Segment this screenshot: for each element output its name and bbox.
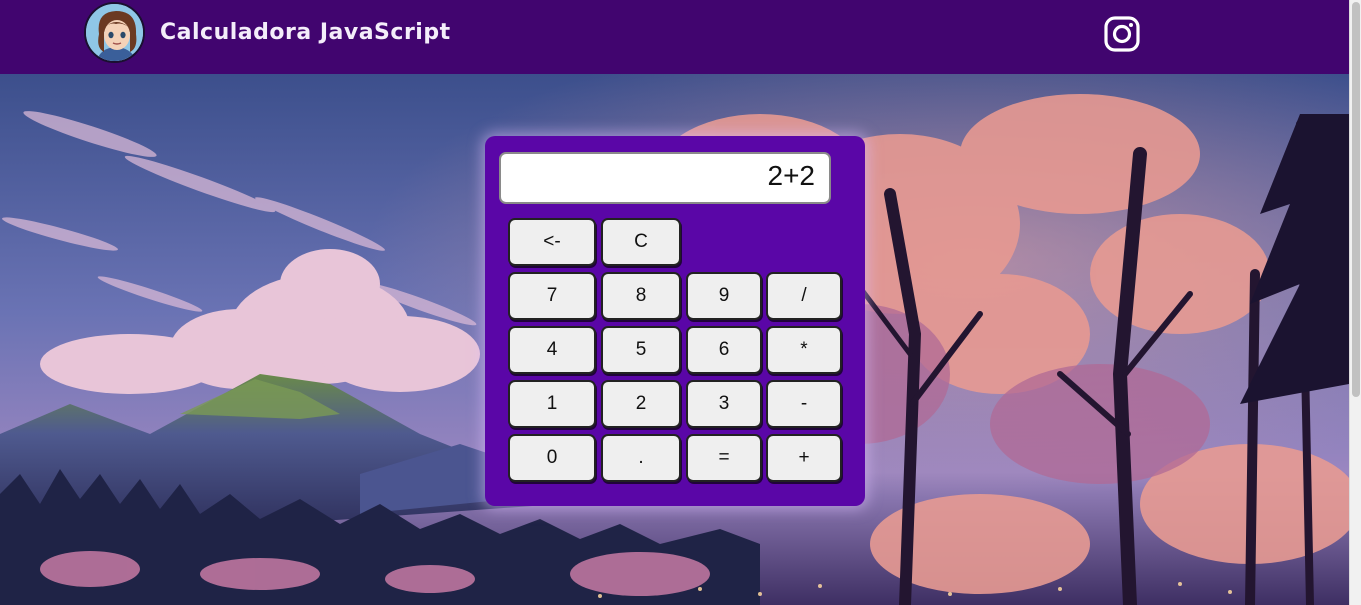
top-header: Calculadora JavaScript [0, 0, 1349, 74]
decimal-button[interactable]: . [601, 434, 681, 482]
calculator-display: 2+2 [499, 152, 831, 204]
key-6-button[interactable]: 6 [686, 326, 762, 374]
instagram-icon [1104, 16, 1140, 52]
app-title: Calculadora JavaScript [160, 20, 451, 45]
avatar-illustration-icon [86, 4, 143, 61]
key-2-button[interactable]: 2 [601, 380, 681, 428]
subtract-button[interactable]: - [766, 380, 842, 428]
key-1-button[interactable]: 1 [508, 380, 596, 428]
avatar [84, 2, 145, 63]
key-3-button[interactable]: 3 [686, 380, 762, 428]
key-8-button[interactable]: 8 [601, 272, 681, 320]
key-0-button[interactable]: 0 [508, 434, 596, 482]
calculator: 2+2 <- C 7 8 9 / 4 5 6 * 1 2 3 - 0 . = + [485, 136, 865, 506]
add-button[interactable]: + [766, 434, 842, 482]
key-5-button[interactable]: 5 [601, 326, 681, 374]
equals-button[interactable]: = [686, 434, 762, 482]
multiply-button[interactable]: * [766, 326, 842, 374]
page-scrollbar[interactable] [1349, 0, 1361, 605]
instagram-link[interactable] [1104, 16, 1140, 52]
clear-button[interactable]: C [601, 218, 681, 266]
key-7-button[interactable]: 7 [508, 272, 596, 320]
backspace-button[interactable]: <- [508, 218, 596, 266]
key-9-button[interactable]: 9 [686, 272, 762, 320]
key-4-button[interactable]: 4 [508, 326, 596, 374]
scrollbar-thumb[interactable] [1352, 2, 1360, 397]
divide-button[interactable]: / [766, 272, 842, 320]
